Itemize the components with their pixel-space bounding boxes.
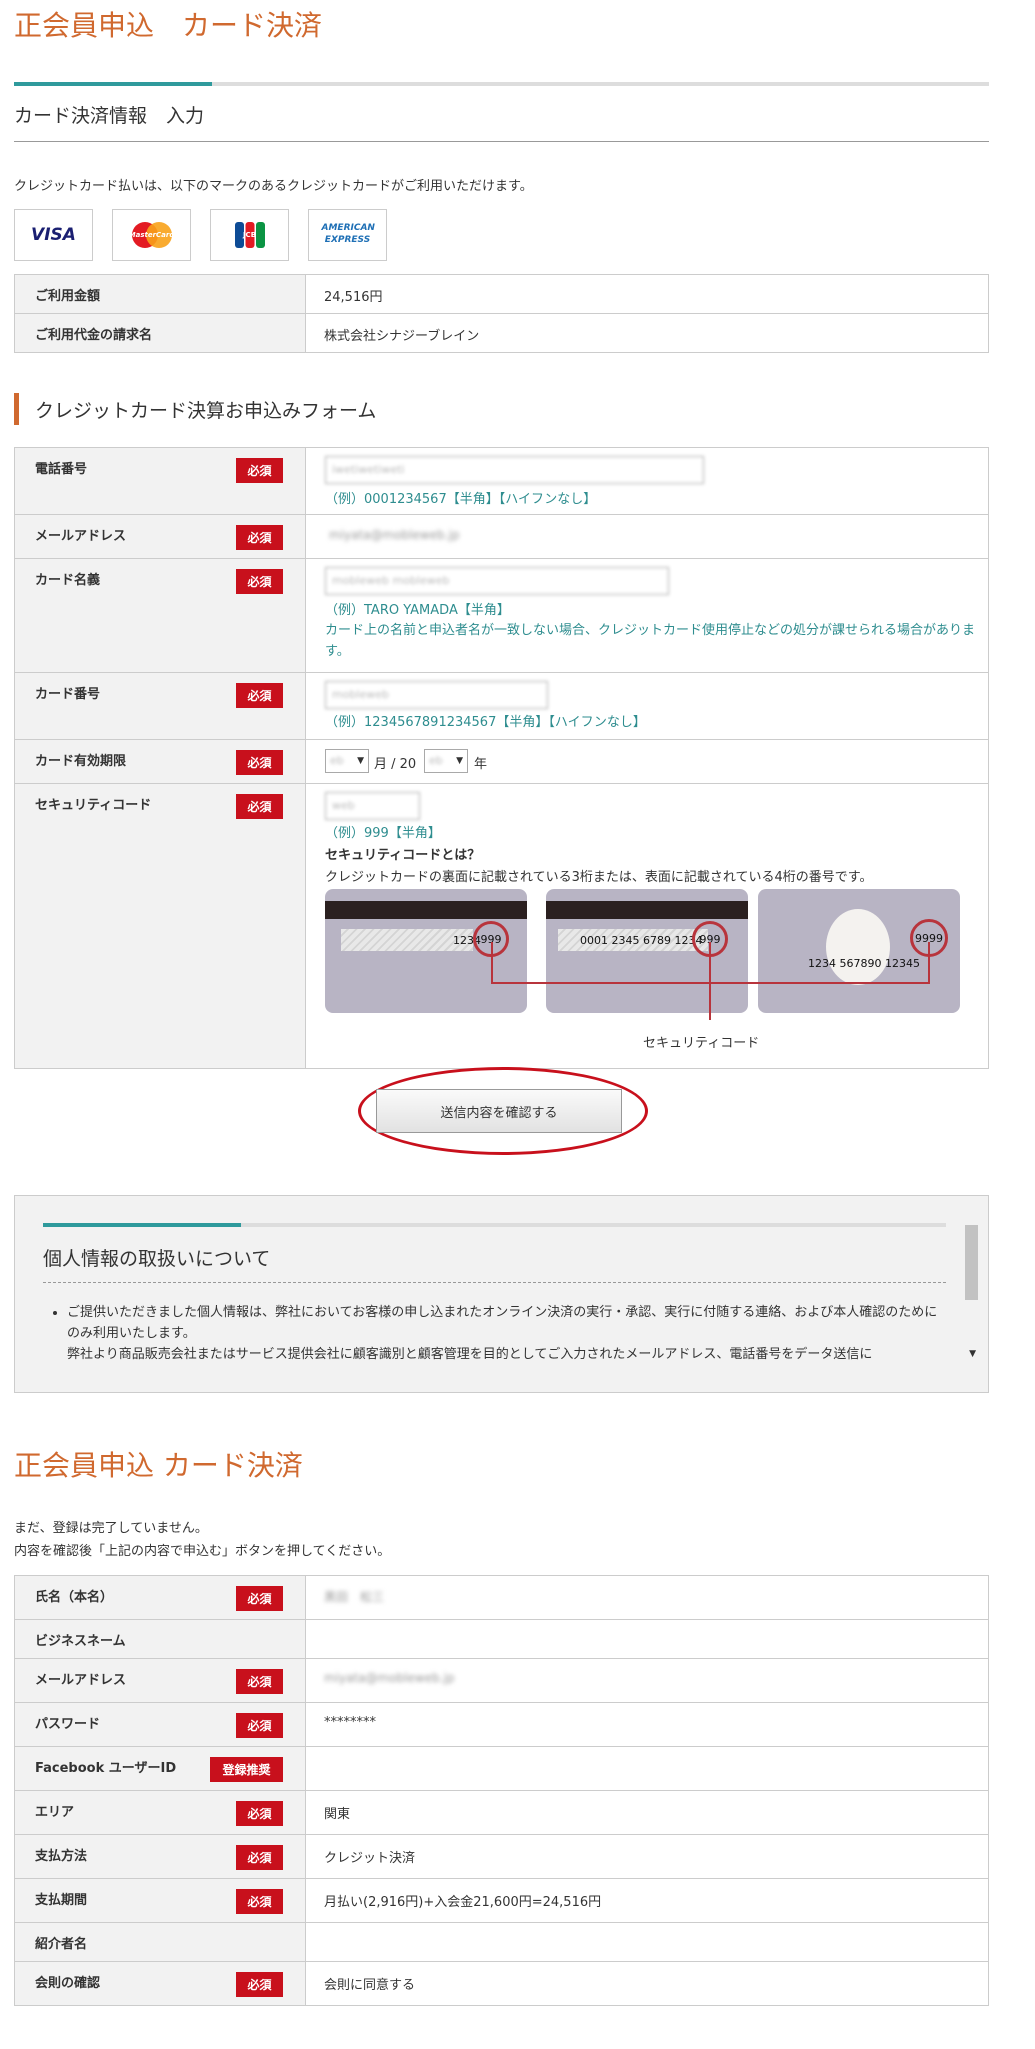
required-badge: 必須: [236, 1845, 283, 1870]
confirm-table: 氏名（本名） 必須 黒田 松三 ビジネスネーム メールアドレス 必須 miyata@mobl…: [14, 1575, 989, 2006]
expiry-year-select[interactable]: eb ▼: [424, 749, 468, 773]
row-value: 月払い(2,916円)+入会金21,600円=24,516円: [324, 1895, 602, 1910]
row-label: 紹介者名: [35, 1937, 88, 1952]
required-badge: 必須: [236, 1972, 283, 1997]
mastercard-logo: MasterCard: [112, 209, 191, 261]
required-badge: 必須: [236, 1889, 283, 1914]
section-accent-bar: [14, 393, 19, 425]
row-expiry: カード有効期限 必須 eb ▼ 月 / 20 eb ▼ 年: [14, 739, 989, 784]
summary-row: ご利用代金の請求名 株式会社シナジーブレイン: [14, 313, 989, 353]
row-value: 関東: [324, 1807, 351, 1822]
table-row: Facebook ユーザーID 登録推奨: [14, 1746, 989, 1791]
security-code-circle: 999: [692, 921, 728, 957]
security-code-circle: 9999: [910, 919, 948, 957]
row-value: ********: [324, 1715, 376, 1730]
row-label: Facebook ユーザーID: [35, 1761, 177, 1776]
visa-logo: VISA: [14, 209, 93, 261]
row-security: セキュリティコード 必須 web （例）999【半角】 セキュリティコードとは？ …: [14, 783, 989, 1069]
table-row: エリア 必須 関東: [14, 1790, 989, 1835]
privacy-title: 個人情報の取扱いについて: [43, 1248, 271, 1270]
security-code-circle: 999: [473, 921, 509, 957]
section-title: カード決済情報 入力: [14, 105, 205, 127]
row-label: エリア: [35, 1805, 75, 1820]
jcb-logo: JCB: [210, 209, 289, 261]
row-label: ビジネスネーム: [35, 1634, 126, 1649]
table-row: 支払期間 必須 月払い(2,916円)+入会金21,600円=24,516円: [14, 1878, 989, 1923]
phone-input[interactable]: iwetiwetiweti: [325, 456, 704, 484]
chevron-down-icon: ▼: [357, 756, 364, 766]
summary-row: ご利用金額 24,516円: [14, 274, 989, 314]
scrollbar-thumb[interactable]: [965, 1225, 978, 1300]
intro-text: クレジットカード払いは、以下のマークのあるクレジットカードがご利用いただけます。: [14, 179, 533, 194]
required-badge: 必須: [236, 794, 283, 819]
privacy-box: 個人情報の取扱いについて ご提供いただきました個人情報は、弊社においてお客様の申…: [14, 1195, 989, 1393]
list-item: 弊社より商品販売会社またはサービス提供会社に顧客識別と顧客管理を目的としてご入力…: [67, 1344, 942, 1365]
row-label: 支払期間: [35, 1893, 88, 1908]
email-value: miyata@mobleweb.jp: [329, 528, 460, 542]
required-badge: 必須: [236, 1713, 283, 1738]
notice-line: 内容を確認後「上記の内容で申込む」ボタンを押してください。: [14, 1544, 391, 1559]
table-row: 紹介者名: [14, 1922, 989, 1962]
row-value: miyata@mobleweb.jp: [324, 1671, 455, 1685]
row-value: 会則に同意する: [324, 1978, 416, 1993]
required-badge: 必須: [236, 458, 283, 483]
security-code-caption: セキュリティコード: [643, 1036, 760, 1051]
notice-line: まだ、登録は完了していません。: [14, 1521, 208, 1536]
recommended-badge: 登録推奨: [210, 1757, 283, 1782]
row-card-number: カード番号 必須 mobleweb （例）1234567891234567【半角】…: [14, 672, 989, 740]
card-back-image: 1234 999: [325, 889, 527, 1013]
table-row: ビジネスネーム: [14, 1619, 989, 1659]
required-badge: 必須: [236, 1801, 283, 1826]
row-label: 会則の確認: [35, 1976, 101, 1991]
row-phone: 電話番号 必須 iwetiwetiweti （例）0001234567【半角】【ハ…: [14, 447, 989, 515]
card-back-image: 0001 2345 6789 1234 999: [546, 889, 748, 1013]
row-label: メールアドレス: [35, 1673, 127, 1688]
required-badge: 必須: [236, 1669, 283, 1694]
security-code-input[interactable]: web: [325, 792, 420, 820]
row-label: 氏名（本名）: [35, 1590, 114, 1605]
card-front-image: 1234 567890 12345 9999: [758, 889, 960, 1013]
summary-table: ご利用金額 24,516円 ご利用代金の請求名 株式会社シナジーブレイン: [14, 274, 989, 353]
tab-line: [14, 82, 989, 86]
card-number-input[interactable]: mobleweb: [325, 681, 548, 709]
scroll-down-icon[interactable]: ▼: [969, 1349, 976, 1359]
required-badge: 必須: [236, 750, 283, 775]
form-title: クレジットカード決算お申込みフォーム: [35, 400, 377, 422]
card-name-input[interactable]: mobleweb mobleweb: [325, 567, 669, 595]
list-item: ご提供いただきました個人情報は、弊社においてお客様の申し込まれたオンライン決済の…: [67, 1302, 942, 1344]
required-badge: 必須: [236, 525, 283, 550]
row-value: クレジット決済: [324, 1851, 416, 1866]
row-card-name: カード名義 必須 mobleweb mobleweb （例）TARO YAMADA…: [14, 558, 989, 673]
page-title: 正会員申込 カード決済: [14, 9, 323, 42]
table-row: パスワード 必須 ********: [14, 1702, 989, 1747]
divider: [14, 141, 989, 142]
required-badge: 必須: [236, 683, 283, 708]
table-row: 支払方法 必須 クレジット決済: [14, 1834, 989, 1879]
table-row: メールアドレス 必須 miyata@mobleweb.jp: [14, 1658, 989, 1703]
row-email: メールアドレス 必須 miyata@mobleweb.jp: [14, 514, 989, 559]
expiry-month-select[interactable]: eb ▼: [325, 749, 369, 773]
required-badge: 必須: [236, 1586, 283, 1611]
row-label: 支払方法: [35, 1849, 88, 1864]
amex-logo: AMERICAN EXPRESS: [308, 209, 387, 261]
page-title-2: 正会員申込 カード決済: [14, 1449, 303, 1482]
table-row: 会則の確認 必須 会則に同意する: [14, 1961, 989, 2006]
payment-form: 電話番号 必須 iwetiwetiweti （例）0001234567【半角】【ハ…: [14, 447, 989, 1069]
row-label: パスワード: [35, 1717, 101, 1732]
table-row: 氏名（本名） 必須 黒田 松三: [14, 1575, 989, 1620]
privacy-list: ご提供いただきました個人情報は、弊社においてお客様の申し込まれたオンライン決済の…: [67, 1302, 942, 1365]
chevron-down-icon: ▼: [456, 756, 463, 766]
row-value: 黒田 松三: [324, 1590, 385, 1604]
security-description: クレジットカードの裏面に記載されている3桁または、表面に記載されている4桁の番号…: [325, 870, 873, 885]
required-badge: 必須: [236, 569, 283, 594]
security-title: セキュリティコードとは？: [325, 848, 481, 863]
confirm-button[interactable]: 送信内容を確認する: [376, 1089, 622, 1133]
